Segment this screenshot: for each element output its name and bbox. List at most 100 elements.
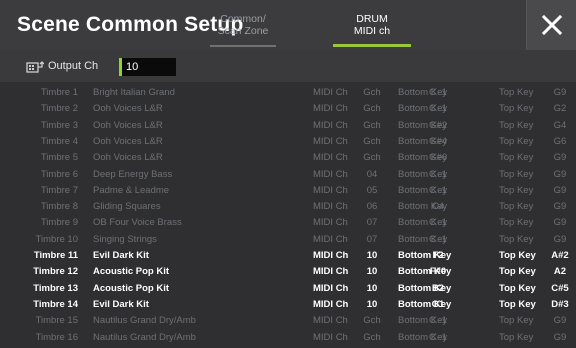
top-key-label: Top Key	[499, 233, 534, 245]
program-name: Nautilus Grand Dry/Amb	[93, 315, 196, 327]
bottom-key-value: B2	[431, 282, 445, 294]
program-name: Acoustic Pop Kit	[93, 266, 170, 278]
timbre-label: Timbre 16	[35, 331, 78, 343]
midi-ch-value: 05	[366, 184, 378, 196]
top-key-value: G6	[553, 135, 567, 147]
tab-drum-midi-ch-label: DRUM MIDI ch	[353, 13, 391, 37]
timbre-row[interactable]: Timbre 3 Ooh Voices L&R MIDI Ch Gch Bottom K…	[0, 118, 576, 134]
midi-ch-value: Gch	[363, 103, 381, 115]
midi-ch-value: 07	[366, 233, 378, 245]
timbre-row[interactable]: Timbre 4 Ooh Voices L&R MIDI Ch Gch Bottom K…	[0, 134, 576, 150]
midi-ch-label: MIDI Ch	[313, 103, 348, 115]
bottom-key-value: C4	[431, 201, 445, 213]
bottom-key-value: C -1	[429, 184, 447, 196]
midi-ch-label: MIDI Ch	[313, 315, 348, 327]
top-key-label: Top Key	[499, 298, 536, 310]
midi-ch-value: 06	[366, 201, 378, 213]
program-name: Singing Strings	[93, 233, 157, 245]
top-key-label: Top Key	[499, 119, 534, 131]
timbre-label: Timbre 12	[33, 266, 78, 278]
top-key-label: Top Key	[499, 315, 534, 327]
timbre-row[interactable]: Timbre 14 Evil Dark Kit MIDI Ch 10 Bottom Ke…	[0, 297, 576, 313]
timbre-label: Timbre 13	[33, 282, 78, 294]
midi-ch-label: MIDI Ch	[313, 135, 348, 147]
top-key-value: G9	[553, 152, 567, 164]
timbre-row[interactable]: Timbre 10 Singing Strings MIDI Ch 07 Bottom …	[0, 232, 576, 248]
bottom-key-value: F2	[432, 250, 444, 261]
output-channel-row: Output Ch 10	[0, 51, 576, 81]
program-name: Ooh Voices L&R	[93, 152, 163, 164]
midi-ch-value: Gch	[363, 135, 381, 147]
timbre-row[interactable]: Timbre 13 Acoustic Pop Kit MIDI Ch 10 Bottom…	[0, 281, 576, 297]
timbre-row[interactable]: Timbre 2 Ooh Voices L&R MIDI Ch Gch Bottom K…	[0, 101, 576, 117]
top-key-label: Top Key	[499, 87, 534, 98]
midi-ch-label: MIDI Ch	[313, 282, 349, 294]
timbre-label: Timbre 6	[40, 168, 78, 180]
timbre-row[interactable]: Timbre 16 Nautilus Grand Dry/Amb MIDI Ch Gc…	[0, 330, 576, 346]
midi-ch-label: MIDI Ch	[313, 201, 348, 213]
program-name: Evil Dark Kit	[93, 250, 149, 261]
timbre-row[interactable]: Timbre 9 OB Four Voice Brass MIDI Ch 07 Bott…	[0, 215, 576, 231]
tab-underline-active	[333, 44, 411, 47]
timbre-label: Timbre 3	[40, 119, 78, 131]
timbre-row[interactable]: Timbre 6 Deep Energy Bass MIDI Ch 04 Bottom …	[0, 167, 576, 183]
timbre-row[interactable]: Timbre 15 Nautilus Grand Dry/Amb MIDI Ch Gc…	[0, 313, 576, 329]
program-name: Gliding Squares	[93, 201, 161, 213]
midi-ch-value: 10	[366, 250, 378, 261]
output-ch-label: Output Ch	[48, 60, 99, 72]
timbre-row[interactable]: Timbre 5 Ooh Voices L&R MIDI Ch Gch Bottom K…	[0, 150, 576, 166]
tab-common-scan-zone[interactable]: Common/ Scan Zone	[210, 13, 276, 47]
midi-ch-value: 10	[366, 266, 378, 278]
timbre-row[interactable]: Timbre 11 Evil Dark Kit MIDI Ch 10 Bottom Ke…	[0, 248, 576, 264]
tab-common-scan-zone-label: Common/ Scan Zone	[217, 13, 269, 37]
top-key-value: G9	[553, 201, 567, 213]
bottom-key-value: C -1	[429, 217, 447, 229]
bottom-key-value: G1	[431, 298, 445, 310]
top-key-value: G9	[553, 331, 567, 343]
timbre-label: Timbre 7	[40, 184, 78, 196]
top-key-value: G9	[553, 168, 567, 180]
bottom-key-value: C -1	[429, 168, 447, 180]
close-button[interactable]	[526, 0, 576, 50]
top-key-label: Top Key	[499, 103, 534, 115]
program-name: OB Four Voice Brass	[93, 217, 182, 229]
program-name: Deep Energy Bass	[93, 168, 173, 180]
header-bar: Scene Common Setup Common/ Scan Zone DRU…	[0, 0, 576, 50]
timbre-row[interactable]: Timbre 1 Bright Italian Grand MIDI Ch Gch Bo…	[0, 85, 576, 101]
bottom-key-value: G#6	[429, 152, 447, 164]
midi-ch-value: Gch	[363, 119, 381, 131]
tab-underline	[210, 45, 276, 47]
program-name: Evil Dark Kit	[93, 298, 149, 310]
midi-ch-label: MIDI Ch	[313, 266, 349, 278]
top-key-label: Top Key	[499, 250, 536, 261]
midi-ch-label: MIDI Ch	[313, 184, 348, 196]
timbre-label: Timbre 2	[40, 103, 78, 115]
midi-ch-label: MIDI Ch	[313, 331, 348, 343]
top-key-label: Top Key	[499, 135, 534, 147]
timbre-row[interactable]: Timbre 7 Padme & Leadme MIDI Ch 05 Bottom Ke…	[0, 183, 576, 199]
top-key-value: A2	[553, 266, 567, 278]
timbre-label: Timbre 10	[35, 233, 78, 245]
bottom-key-value: G#4	[429, 135, 447, 147]
top-key-value: G9	[553, 217, 567, 229]
bottom-key-value: C -1	[429, 315, 447, 327]
midi-ch-label: MIDI Ch	[313, 250, 349, 261]
top-key-value: G9	[553, 184, 567, 196]
midi-ch-value: Gch	[363, 152, 381, 164]
program-name: Ooh Voices L&R	[93, 103, 163, 115]
midi-ch-label: MIDI Ch	[313, 233, 348, 245]
midi-ch-value: 10	[366, 298, 378, 310]
timbre-label: Timbre 8	[40, 201, 78, 213]
timbre-row[interactable]: Timbre 8 Gliding Squares MIDI Ch 06 Bottom K…	[0, 199, 576, 215]
timbre-row[interactable]: Timbre 12 Acoustic Pop Kit MIDI Ch 10 Bottom…	[0, 264, 576, 280]
top-key-value: G4	[553, 119, 567, 131]
midi-ch-label: MIDI Ch	[313, 119, 348, 131]
timbre-label: Timbre 15	[35, 315, 78, 327]
top-key-label: Top Key	[499, 282, 536, 294]
bottom-key-value: C -1	[429, 87, 447, 98]
timbre-label: Timbre 5	[40, 152, 78, 164]
midi-ch-label: MIDI Ch	[313, 168, 348, 180]
output-ch-field[interactable]: 10	[119, 58, 176, 76]
top-key-label: Top Key	[499, 152, 534, 164]
tab-drum-midi-ch[interactable]: DRUM MIDI ch	[333, 13, 411, 47]
